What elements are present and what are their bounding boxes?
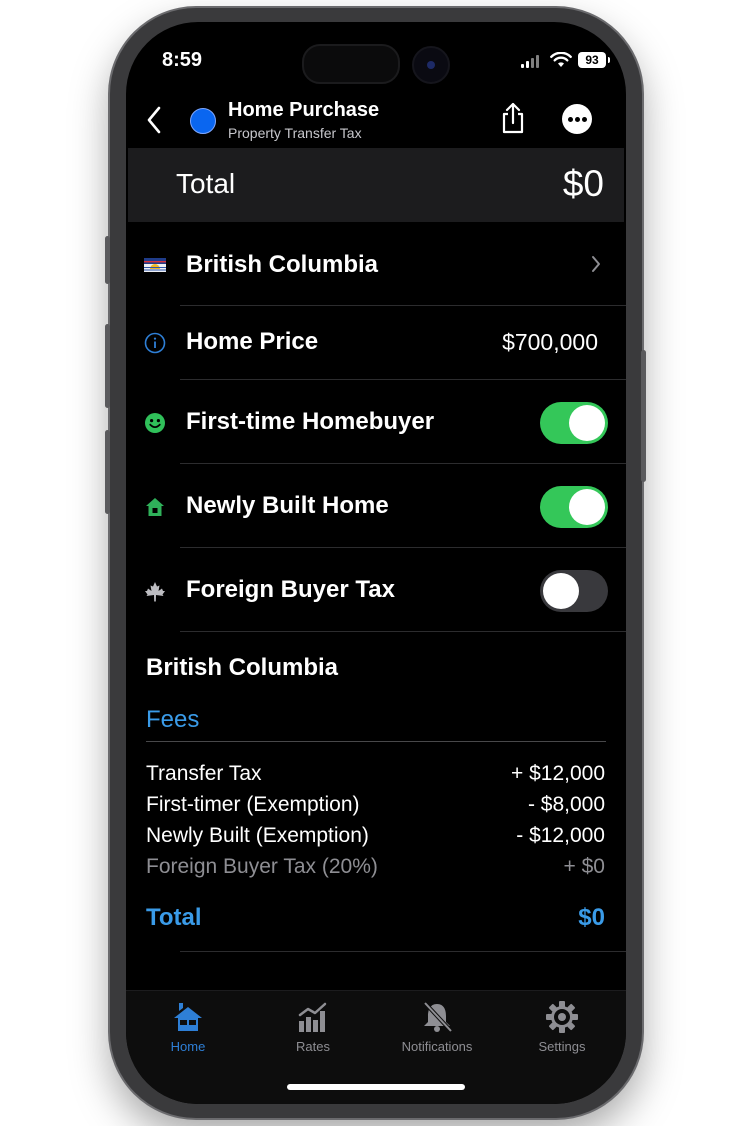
foreign-buyer-tax-toggle[interactable] [540, 570, 608, 612]
first-time-homebuyer-label: First-time Homebuyer [186, 408, 435, 435]
chart-bars-icon [298, 1002, 327, 1032]
gear-icon [546, 1001, 578, 1033]
page-title: Home Purchase [228, 99, 380, 121]
row-divider [180, 631, 626, 632]
province-label: British Columbia [186, 251, 379, 278]
toggle-knob [543, 573, 579, 609]
page-subtitle: Property Transfer Tax [228, 125, 362, 141]
bc-flag-icon [144, 258, 166, 272]
tab-notifications[interactable]: Notifications [387, 999, 487, 1054]
home-price-label: Home Price [186, 328, 319, 355]
breakdown-total-label: Total [146, 904, 202, 931]
volume-down-button [105, 430, 110, 514]
info-circle-icon[interactable] [144, 332, 166, 354]
camera-lens [412, 46, 450, 84]
fee-label: First-timer (Exemption) [146, 793, 360, 816]
smiley-face-icon [145, 413, 165, 433]
fee-value: + $0 [563, 855, 605, 878]
tab-home[interactable]: Home [138, 999, 238, 1054]
project-color-dot [190, 108, 216, 134]
newly-built-home-row: Newly Built Home [126, 476, 626, 548]
chevron-right-icon [592, 256, 600, 272]
row-divider [180, 463, 626, 464]
status-time: 8:59 [162, 49, 203, 71]
bell-slash-icon [423, 1001, 453, 1033]
newly-built-home-label: Newly Built Home [186, 492, 389, 519]
province-selector-row[interactable]: British Columbia [126, 240, 626, 306]
row-divider [180, 547, 626, 548]
home-price-row[interactable]: Home Price $700,000 [126, 318, 626, 388]
first-time-homebuyer-row: First-time Homebuyer [126, 392, 626, 464]
total-label: Total [176, 168, 236, 199]
fees-divider [146, 741, 606, 742]
fee-label: Foreign Buyer Tax (20%) [146, 855, 378, 878]
battery-indicator: 93 [578, 52, 610, 68]
cellular-signal-icon [521, 54, 541, 68]
app-screen: 8:59 93 Home Purchase Property Transfer … [126, 22, 626, 1104]
tab-settings-label: Settings [538, 1039, 586, 1054]
house-icon [146, 498, 164, 516]
action-button [105, 236, 110, 284]
more-options-icon[interactable] [562, 104, 592, 134]
tab-rates-label: Rates [296, 1039, 330, 1054]
back-chevron-icon[interactable] [146, 106, 162, 134]
total-summary-bar: Total $0 [128, 148, 624, 222]
maple-leaf-icon [145, 582, 165, 602]
row-divider [180, 379, 626, 380]
toggle-knob [569, 405, 605, 441]
foreign-buyer-tax-row: Foreign Buyer Tax [126, 560, 626, 632]
home-price-value[interactable]: $700,000 [502, 329, 598, 356]
volume-up-button [105, 324, 110, 408]
breakdown-region-title: British Columbia [146, 654, 339, 681]
home-indicator[interactable] [287, 1084, 465, 1090]
tab-home-label: Home [170, 1039, 206, 1054]
fees-section-title: Fees [146, 706, 200, 733]
fee-label: Transfer Tax [146, 762, 262, 785]
share-icon[interactable] [500, 102, 526, 134]
row-divider [180, 305, 626, 306]
fee-value: - $8,000 [527, 793, 605, 816]
toggle-knob [569, 489, 605, 525]
total-value: $0 [562, 163, 604, 204]
wifi-icon [550, 52, 572, 67]
tab-notifications-label: Notifications [401, 1039, 473, 1054]
tab-rates[interactable]: Rates [263, 999, 363, 1054]
fee-value: - $12,000 [516, 824, 605, 847]
newly-built-home-toggle[interactable] [540, 486, 608, 528]
first-time-homebuyer-toggle[interactable] [540, 402, 608, 444]
row-divider [180, 951, 626, 952]
foreign-buyer-tax-label: Foreign Buyer Tax [186, 576, 395, 603]
breakdown-total-value: $0 [578, 904, 605, 931]
fee-label: Newly Built (Exemption) [146, 824, 369, 847]
fee-value: + $12,000 [510, 762, 605, 785]
power-button [641, 350, 646, 482]
tab-settings[interactable]: Settings [512, 999, 612, 1054]
dynamic-island [302, 44, 400, 84]
house-icon [174, 1003, 202, 1031]
